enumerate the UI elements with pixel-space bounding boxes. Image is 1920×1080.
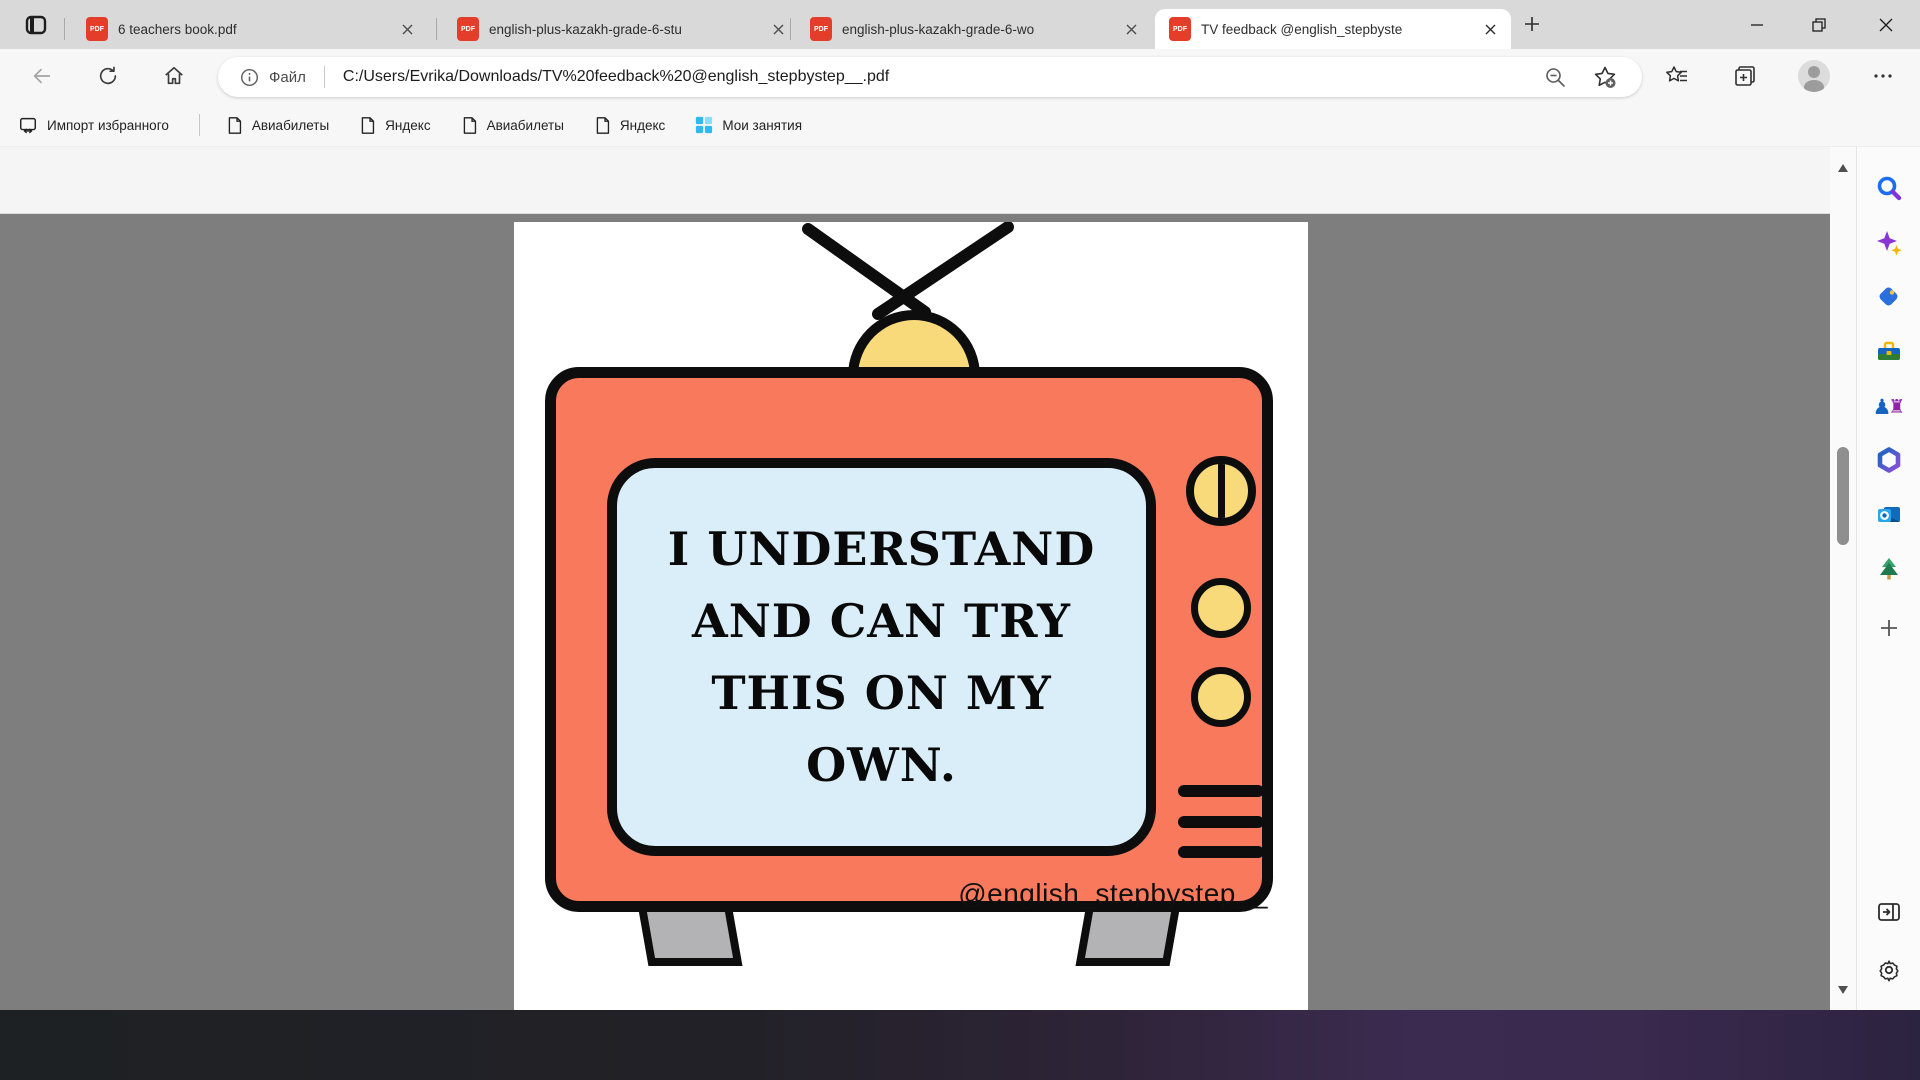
zoom-out-page-icon[interactable]: [1540, 65, 1570, 89]
page-info-icon[interactable]: [240, 68, 259, 87]
tab-close-icon[interactable]: [394, 16, 420, 42]
page-icon: [594, 116, 611, 135]
tv-text-line: this on my: [711, 657, 1051, 729]
tab-close-icon[interactable]: [1118, 16, 1144, 42]
bookmark-label: Авиабилеты: [252, 118, 329, 133]
sidebar-panel-toggle-icon[interactable]: [1873, 896, 1905, 928]
tv-knob-top: [1191, 578, 1251, 638]
bookmark-moi-zanyatiya[interactable]: Мои занятия: [695, 116, 802, 134]
workspaces-icon[interactable]: [24, 13, 48, 37]
bookmark-yandex-2[interactable]: Яндекс: [594, 116, 665, 135]
refresh-button[interactable]: [94, 62, 122, 90]
bookmark-yandex-1[interactable]: Яндекс: [359, 116, 430, 135]
collections-icon[interactable]: [1730, 61, 1760, 91]
scrollbar-thumb[interactable]: [1837, 447, 1849, 545]
pdf-file-icon: PDF: [457, 17, 479, 41]
sidebar-games-icon[interactable]: ♟♜: [1873, 391, 1905, 423]
sidebar-outlook-icon[interactable]: [1873, 499, 1905, 531]
bookmark-label: Яндекс: [620, 118, 665, 133]
tab-close-icon[interactable]: [765, 16, 791, 42]
tab-title: 6 teachers book.pdf: [118, 22, 394, 37]
tab-divider: [790, 18, 791, 40]
tab-divider: [436, 18, 437, 40]
tv-speaker-bar: [1178, 846, 1264, 858]
pdf-toolbar: из 6 A: [0, 147, 1830, 214]
page-icon: [226, 116, 243, 135]
tab-1[interactable]: PDF 6 teachers book.pdf: [72, 9, 428, 49]
url-text: C:/Users/Evrika/Downloads/TV%20feedback%…: [343, 68, 889, 86]
address-field[interactable]: Файл C:/Users/Evrika/Downloads/TV%20feed…: [218, 57, 1642, 97]
edge-sidebar: ♟♜: [1856, 147, 1920, 1010]
bookmark-label: Мои занятия: [722, 118, 802, 133]
file-scheme-label: Файл: [269, 69, 306, 86]
import-favorites-label: Импорт избранного: [47, 118, 169, 133]
pdf-page: I understand and can try this on my own.…: [514, 222, 1308, 1010]
pdf-file-icon: PDF: [810, 17, 832, 41]
bookmarks-bar: Импорт избранного Авиабилеты Яндекс Авиа…: [0, 104, 1920, 147]
tab-4-active[interactable]: PDF TV feedback @english_stepbyste: [1155, 9, 1511, 49]
bookmark-label: Авиабилеты: [487, 118, 564, 133]
tab-divider: [64, 18, 65, 40]
bookmarks-separator: [199, 114, 200, 136]
tv-text-line: and can try: [692, 585, 1071, 657]
sidebar-customize-plus-icon[interactable]: [1873, 612, 1905, 644]
tv-speaker-bar: [1178, 785, 1264, 797]
sidebar-settings-gear-icon[interactable]: [1873, 954, 1905, 986]
sidebar-shopping-icon[interactable]: [1873, 281, 1905, 313]
tv-text-line: I understand: [668, 513, 1095, 585]
pdf-file-icon: PDF: [1169, 17, 1191, 41]
import-favorites-icon: [18, 115, 38, 135]
address-divider: [324, 66, 325, 88]
tab-2[interactable]: PDF english-plus-kazakh-grade-6-stu: [443, 9, 799, 49]
pdf-file-icon: PDF: [86, 17, 108, 41]
pdf-scrollbar[interactable]: [1830, 147, 1856, 1010]
window-minimize-button[interactable]: [1727, 0, 1787, 49]
tab-title: english-plus-kazakh-grade-6-wo: [842, 22, 1118, 37]
tv-body: I understand and can try this on my own.…: [545, 367, 1273, 912]
add-favorite-icon[interactable]: [1590, 64, 1620, 90]
tab-close-icon[interactable]: [1477, 16, 1503, 42]
window-close-button[interactable]: [1851, 0, 1920, 49]
tab-title: english-plus-kazakh-grade-6-stu: [489, 22, 765, 37]
tab-title: TV feedback @english_stepbyste: [1201, 22, 1477, 37]
bookmark-label: Яндекс: [385, 118, 430, 133]
scroll-down-icon[interactable]: [1837, 985, 1849, 995]
tv-knob-bottom: [1191, 667, 1251, 727]
sidebar-microsoft365-icon[interactable]: [1873, 444, 1905, 476]
sidebar-copilot-icon[interactable]: [1873, 227, 1905, 259]
desktop: PDF 6 teachers book.pdf PDF english-plus…: [0, 0, 1920, 1080]
page-icon: [359, 116, 376, 135]
sidebar-toolbox-icon[interactable]: [1873, 336, 1905, 368]
window-restore-button[interactable]: [1789, 0, 1849, 49]
tab-strip: PDF 6 teachers book.pdf PDF english-plus…: [0, 0, 1920, 49]
tv-speaker-bar: [1178, 816, 1264, 828]
sidebar-search-icon[interactable]: [1873, 172, 1905, 204]
windows-taskbar: 5°C Cloudy: [0, 1010, 1920, 1080]
grid-icon: [695, 116, 713, 134]
sidebar-tree-icon[interactable]: [1873, 553, 1905, 585]
bookmark-aviabilety-2[interactable]: Авиабилеты: [461, 116, 564, 135]
bookmark-aviabilety-1[interactable]: Авиабилеты: [226, 116, 329, 135]
browser-menu-icon[interactable]: [1868, 61, 1898, 91]
instagram-handle-text: @english_stepbystep__: [846, 878, 1268, 910]
favorites-bar-icon[interactable]: [1662, 61, 1692, 91]
tv-leg-left: [638, 904, 743, 966]
back-button[interactable]: [28, 62, 56, 90]
home-button[interactable]: [160, 62, 188, 90]
scroll-up-icon[interactable]: [1837, 163, 1849, 173]
pdf-viewer-area[interactable]: I understand and can try this on my own.…: [0, 214, 1830, 1010]
new-tab-button[interactable]: [1522, 14, 1542, 34]
import-favorites-button[interactable]: Импорт избранного: [18, 115, 169, 135]
tv-leg-right: [1076, 904, 1181, 966]
tab-3[interactable]: PDF english-plus-kazakh-grade-6-wo: [796, 9, 1152, 49]
tv-screen: I understand and can try this on my own.: [607, 458, 1156, 856]
tv-dial: [1186, 456, 1256, 526]
profile-avatar[interactable]: [1798, 60, 1830, 92]
tv-text-line: own.: [806, 729, 957, 801]
page-icon: [461, 116, 478, 135]
address-bar-row: Файл C:/Users/Evrika/Downloads/TV%20feed…: [0, 49, 1920, 104]
